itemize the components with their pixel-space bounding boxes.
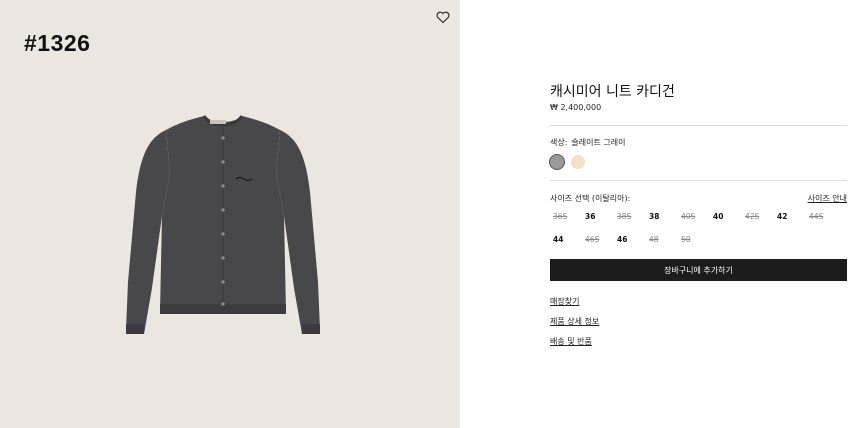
size-option[interactable]: 38S (614, 212, 646, 222)
color-swatch-gray[interactable] (550, 155, 564, 169)
size-option[interactable]: 40 (710, 212, 742, 222)
size-option[interactable]: 44 (550, 235, 582, 245)
color-info: 색상: 슬레이트 그레이 (550, 137, 629, 148)
size-option[interactable]: 42 (774, 212, 806, 222)
size-option[interactable]: 38 (646, 212, 678, 222)
size-option[interactable]: 48 (646, 235, 678, 245)
size-option[interactable]: 40S (678, 212, 710, 222)
product-title: 캐시미어 니트 카디건 (550, 84, 675, 100)
color-swatch-cream[interactable] (571, 155, 585, 169)
product-image-panel: #1326 (0, 0, 460, 428)
divider (550, 125, 847, 126)
size-option[interactable]: 46S (582, 235, 614, 245)
size-option[interactable]: 50 (678, 235, 710, 245)
cardigan-image (126, 115, 320, 334)
size-option[interactable]: 46 (614, 235, 646, 245)
size-option[interactable]: 36 (582, 212, 614, 222)
product-tag-label: #1326 (24, 30, 91, 56)
store-locator-link[interactable]: 매장찾기 (550, 296, 579, 307)
add-to-cart-button[interactable]: 장바구니에 추가하기 (550, 259, 847, 281)
size-label: 사이즈 선택 (이탈리아): (550, 194, 631, 203)
product-details-link[interactable]: 제품 상세 정보 (550, 316, 599, 327)
product-info-panel: 캐시미어 니트 카디건 ₩ 2,400,000 색상: 슬레이트 그레이 사이즈 … (550, 0, 847, 428)
color-swatches (550, 155, 585, 169)
shipping-returns-link[interactable]: 배송 및 반품 (550, 336, 592, 347)
size-guide-link[interactable]: 사이즈 안내 (808, 193, 847, 204)
product-price: ₩ 2,400,000 (550, 103, 602, 112)
divider (550, 180, 847, 181)
heart-icon[interactable] (435, 9, 451, 25)
size-option[interactable]: 44S (806, 212, 838, 222)
color-value: 슬레이트 그레이 (571, 138, 626, 147)
size-options: 36S 36 38S 38 40S 40 42S 42 44S 44 46S 4… (550, 212, 847, 245)
size-option[interactable]: 42S (742, 212, 774, 222)
size-option[interactable]: 36S (550, 212, 582, 222)
color-label: 색상: (550, 138, 568, 147)
